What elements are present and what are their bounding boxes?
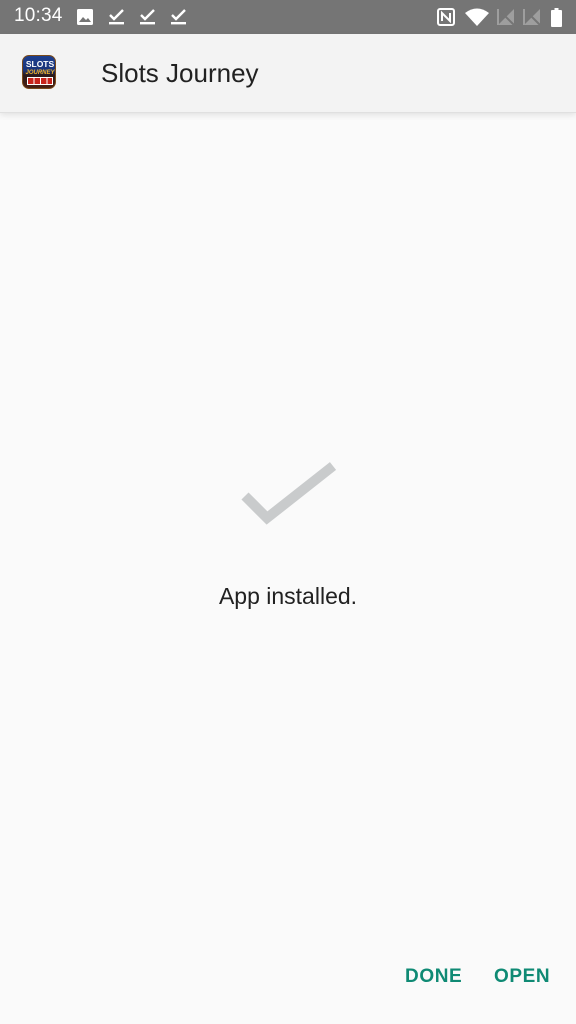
app-icon-text-top: SLOTS bbox=[26, 59, 55, 69]
battery-icon bbox=[551, 0, 562, 34]
check-icon bbox=[240, 462, 338, 538]
status-bar: 10:34 bbox=[0, 0, 576, 34]
install-result-content bbox=[0, 112, 576, 1024]
no-signal-icon bbox=[523, 0, 541, 34]
install-status-message: App installed. bbox=[218, 583, 358, 609]
image-icon bbox=[77, 0, 93, 34]
status-time: 10:34 bbox=[14, 5, 63, 26]
wifi-icon bbox=[464, 0, 490, 34]
app-icon-text-bottom: JOURNEY bbox=[25, 70, 55, 76]
open-button[interactable]: OPEN bbox=[494, 966, 550, 988]
slots-journey-app-icon: SLOTS JOURNEY bbox=[22, 55, 56, 89]
app-title: Slots Journey bbox=[101, 58, 259, 88]
download-done-icon bbox=[139, 0, 156, 34]
done-button[interactable]: DONE bbox=[405, 966, 462, 988]
app-bar: SLOTS JOURNEY Slots Journey bbox=[0, 34, 576, 112]
nfc-icon bbox=[437, 0, 455, 34]
no-signal-icon bbox=[497, 0, 515, 34]
download-done-icon bbox=[108, 0, 125, 34]
download-done-icon bbox=[170, 0, 187, 34]
